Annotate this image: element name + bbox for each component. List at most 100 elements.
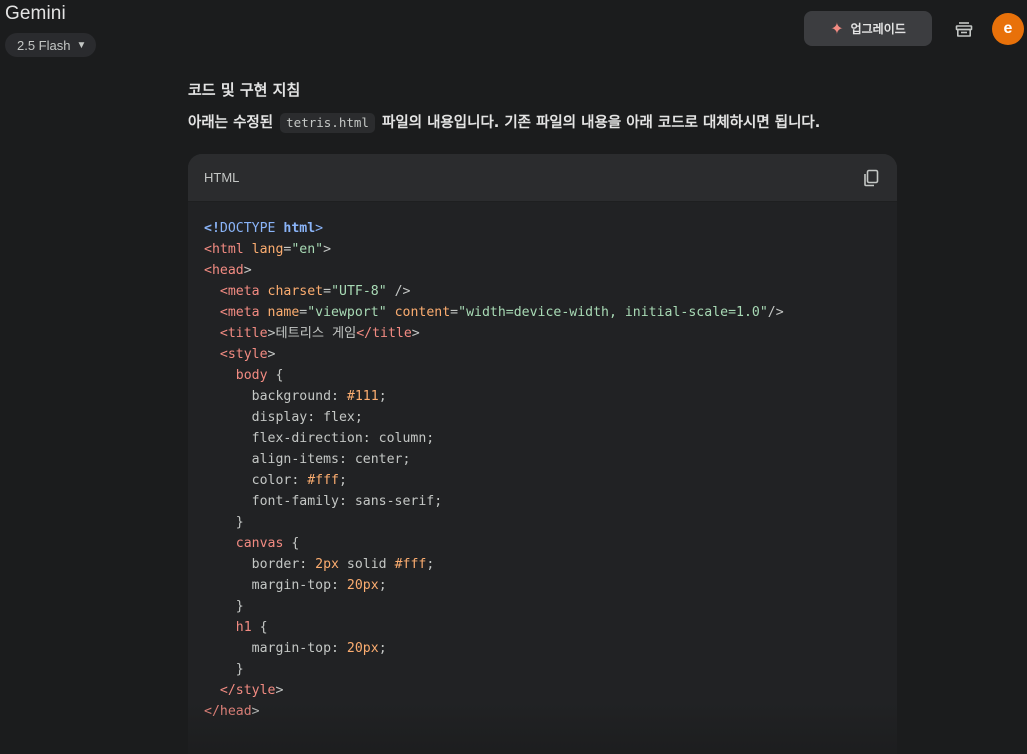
code-line: h1 { [204, 617, 881, 638]
code-token: align-items: center; [204, 452, 411, 467]
code-token: <html [204, 242, 244, 257]
code-token: <! [204, 221, 220, 236]
code-token: ; [378, 578, 387, 593]
code-token: content [386, 305, 451, 320]
model-label: 2.5 Flash [17, 37, 71, 53]
code-token: "en" [291, 242, 324, 257]
code-token: 20px [346, 641, 379, 656]
code-token: /> [767, 305, 784, 320]
code-token: h1 [204, 620, 252, 635]
code-token: DOCTYPE [219, 221, 276, 236]
code-token: > [323, 242, 332, 257]
code-token: ; [338, 473, 347, 488]
code-language-label: HTML [204, 170, 240, 185]
chevron-down-icon: ▼ [76, 39, 87, 51]
code-token: <meta [204, 305, 260, 320]
code-line: margin-top: 20px; [204, 575, 881, 596]
code-body: <!DOCTYPE html> <html lang="en"> <head> <m… [188, 202, 897, 754]
code-token: #fff [307, 473, 339, 488]
code-line: </head> [204, 701, 881, 722]
upgrade-button[interactable]: ✦ 업그레이드 [804, 11, 932, 46]
code-token: display: flex; [204, 410, 363, 425]
code-line: canvas { [204, 533, 881, 554]
response-content: 코드 및 구현 지침 아래는 수정된 tetris.html 파일의 내용입니다… [188, 76, 897, 754]
code-token: "viewport" [307, 305, 387, 320]
para-text-after: 파일의 내용입니다. 기존 파일의 내용을 아래 코드로 대체하시면 됩니다. [382, 115, 821, 131]
code-line: display: flex; [204, 407, 881, 428]
code-line: align-items: center; [204, 449, 881, 470]
code-token: 20px [346, 578, 379, 593]
gift-icon [955, 22, 973, 37]
code-line: } [204, 596, 881, 617]
code-token: >테트리스 게임 [267, 326, 357, 341]
code-token: } [204, 515, 244, 530]
code-token: 2px [315, 557, 339, 572]
upgrade-label: 업그레이드 [850, 22, 906, 36]
para-text-before: 아래는 수정된 [188, 115, 274, 131]
code-token: <head [204, 263, 244, 278]
code-token: } [204, 599, 244, 614]
response-paragraph: 아래는 수정된 tetris.html 파일의 내용입니다. 기존 파일의 내용… [188, 112, 897, 134]
code-token: > [251, 704, 260, 719]
code-line: margin-top: 20px; [204, 638, 881, 659]
code-token: solid [338, 557, 395, 572]
code-line: <meta name="viewport" content="width=dev… [204, 302, 881, 323]
code-line: <style> [204, 344, 881, 365]
copy-icon [864, 169, 879, 186]
code-token: margin-top: [204, 578, 347, 593]
code-token: border: [204, 557, 316, 572]
code-token: color: [204, 473, 308, 488]
code-token: name [259, 305, 300, 320]
code-token: #fff [394, 557, 427, 572]
code-line: <meta charset="UTF-8" /> [204, 281, 881, 302]
code-line: <!DOCTYPE html> [204, 218, 881, 239]
code-token: </title [356, 326, 412, 341]
code-token: background: [204, 389, 347, 404]
code-token: { [251, 620, 268, 635]
code-token: flex-direction: column; [204, 431, 435, 446]
sparkle-icon: ✦ [830, 18, 844, 38]
code-token: charset [259, 284, 324, 299]
code-line: } [204, 512, 881, 533]
section-heading: 코드 및 구현 지침 [188, 81, 301, 99]
code-token: { [267, 368, 284, 383]
code-block: HTML <!DOCTYPE html> <html lang="en"> <hea… [188, 154, 897, 754]
app-title[interactable]: Gemini [5, 3, 66, 25]
avatar[interactable]: e [992, 13, 1024, 45]
code-token: </head [204, 704, 252, 719]
code-token: #111 [346, 389, 379, 404]
code-token: <meta [204, 284, 260, 299]
code-line: color: #fff; [204, 470, 881, 491]
code-line: <html lang="en"> [204, 239, 881, 260]
code-token: font-family: sans-serif; [204, 494, 443, 509]
code-token: <style [204, 347, 268, 362]
inline-code: tetris.html [280, 113, 375, 133]
code-token: { [283, 536, 300, 551]
code-token: } [204, 662, 244, 677]
code-line: flex-direction: column; [204, 428, 881, 449]
code-line: body { [204, 365, 881, 386]
code-token: "UTF-8" [331, 284, 387, 299]
code-token: > [411, 326, 420, 341]
code-token: ; [426, 557, 435, 572]
copy-code-button[interactable] [861, 168, 881, 188]
code-line: border: 2px solid #fff; [204, 554, 881, 575]
code-token: </style [204, 683, 276, 698]
code-lines: <!DOCTYPE html> <html lang="en"> <head> <m… [204, 218, 881, 722]
code-token: /> [386, 284, 411, 299]
code-token: = [323, 284, 332, 299]
code-token: lang [243, 242, 284, 257]
code-line: <title>테트리스 게임</title> [204, 323, 881, 344]
code-token: canvas [204, 536, 284, 551]
code-token: ; [378, 389, 387, 404]
code-token: > [275, 683, 284, 698]
code-token: html [275, 221, 316, 236]
code-line: <head> [204, 260, 881, 281]
code-token: body [204, 368, 268, 383]
gift-icon-button[interactable] [950, 15, 978, 43]
code-token: > [243, 263, 252, 278]
code-line: background: #111; [204, 386, 881, 407]
code-token: <title [204, 326, 268, 341]
code-token: > [267, 347, 276, 362]
model-picker[interactable]: 2.5 Flash ▼ [5, 33, 97, 57]
